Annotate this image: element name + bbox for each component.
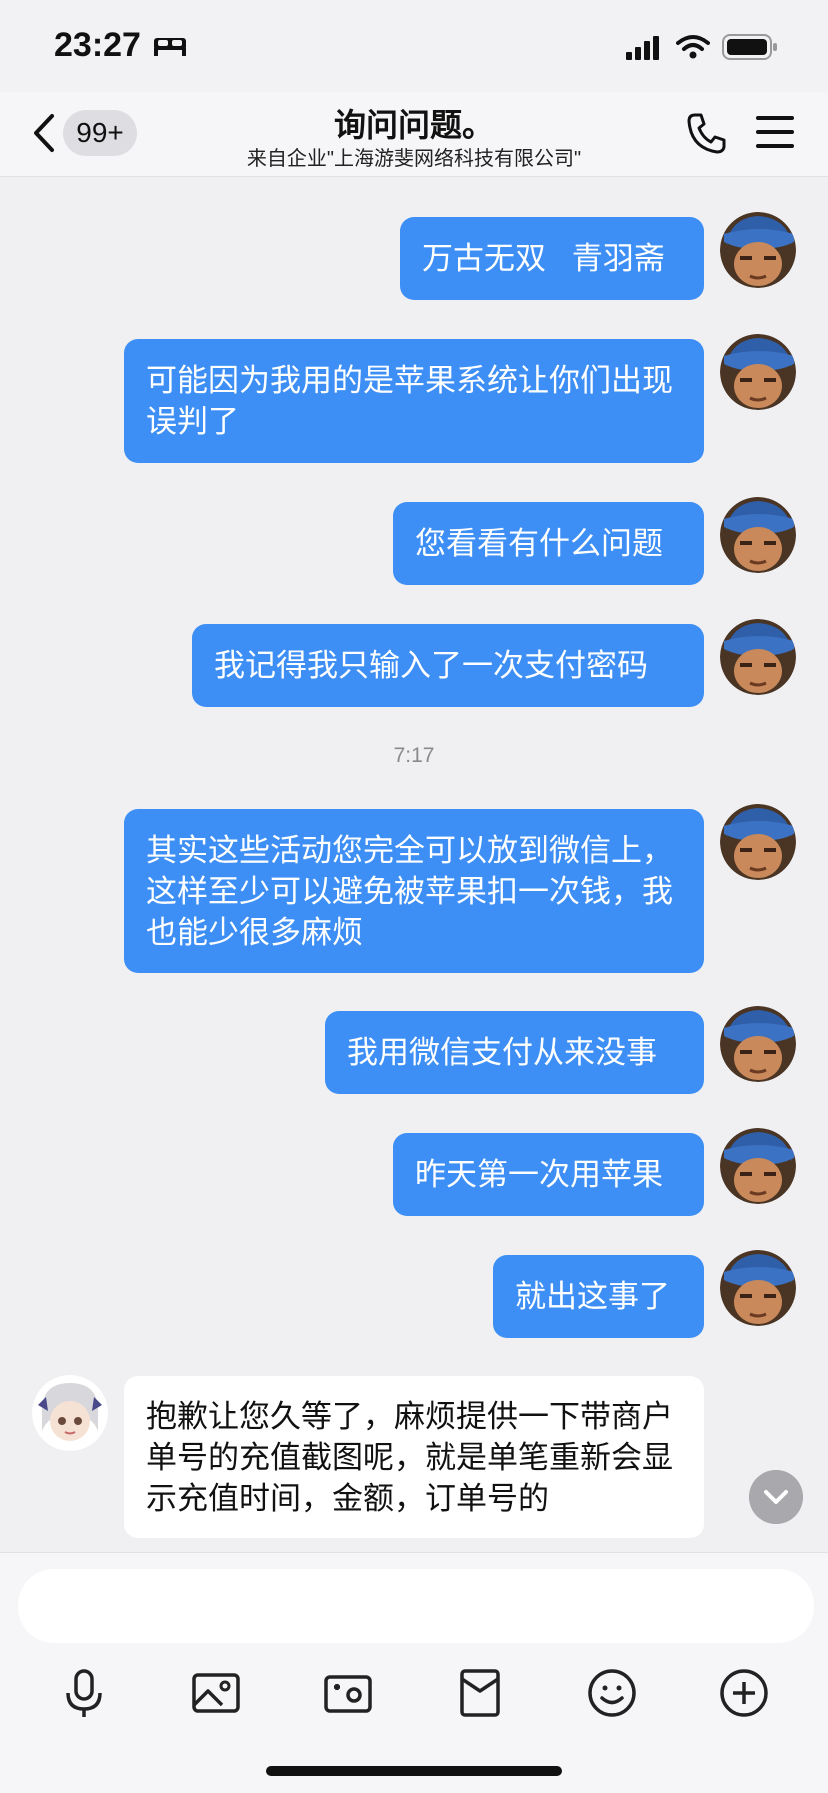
user-avatar[interactable]	[720, 804, 796, 880]
message-text: 您看看有什么问题	[415, 526, 663, 561]
user-avatar[interactable]	[720, 619, 796, 695]
status-bar: 23:27	[0, 0, 828, 92]
cellular-signal-icon	[626, 36, 659, 60]
user-avatar[interactable]	[720, 212, 796, 288]
message-text: 昨天第一次用苹果	[415, 1157, 663, 1192]
message-input[interactable]	[18, 1569, 814, 1643]
outgoing-message[interactable]: 其实这些活动您完全可以放到微信上，这样至少可以避免被苹果扣一次钱，我也能少很多麻…	[124, 809, 704, 973]
user-avatar[interactable]	[720, 334, 796, 410]
message-text: 就出这事了	[515, 1279, 670, 1314]
red-packet-icon[interactable]	[452, 1665, 508, 1721]
outgoing-message[interactable]: 昨天第一次用苹果	[393, 1133, 704, 1216]
image-icon[interactable]	[188, 1665, 244, 1721]
scroll-to-bottom-button[interactable]	[749, 1470, 803, 1524]
outgoing-message[interactable]: 您看看有什么问题	[393, 502, 704, 585]
outgoing-message[interactable]: 可能因为我用的是苹果系统让你们出现误判了	[124, 339, 704, 463]
chat-header: 99+ 询问问题。 来自企业"上海游斐网络科技有限公司"	[0, 92, 828, 177]
user-avatar[interactable]	[720, 497, 796, 573]
outgoing-message[interactable]: 我记得我只输入了一次支付密码	[192, 624, 704, 707]
message-list[interactable]: 万古无双 青羽斋 可能因为我用的是苹果系统让你们出现误判了 您看看有什么问题 我…	[0, 177, 828, 1552]
message-text: 我记得我只输入了一次支付密码	[214, 648, 648, 683]
message-text: 可能因为我用的是苹果系统让你们出现误判了	[146, 363, 673, 439]
user-avatar[interactable]	[720, 1128, 796, 1204]
outgoing-message[interactable]: 就出这事了	[493, 1255, 704, 1338]
home-indicator	[266, 1766, 562, 1776]
emoji-icon[interactable]	[584, 1665, 640, 1721]
sleep-focus-icon	[154, 38, 186, 56]
agent-avatar[interactable]	[32, 1375, 108, 1451]
outgoing-message[interactable]: 我用微信支付从来没事	[325, 1011, 704, 1094]
status-time: 23:27	[54, 26, 141, 64]
message-text: 其实这些活动您完全可以放到微信上，这样至少可以避免被苹果扣一次钱，我也能少很多麻…	[146, 832, 673, 950]
outgoing-message[interactable]: 万古无双 青羽斋	[400, 217, 704, 300]
microphone-icon[interactable]	[56, 1665, 112, 1721]
user-avatar[interactable]	[720, 1006, 796, 1082]
message-timestamp: 7:17	[393, 744, 435, 767]
wifi-icon	[676, 35, 710, 59]
menu-icon[interactable]	[756, 114, 794, 150]
message-text: 我用微信支付从来没事	[347, 1035, 657, 1070]
phone-call-icon[interactable]	[686, 112, 726, 154]
input-bar	[0, 1552, 828, 1793]
incoming-message[interactable]: 抱歉让您久等了，麻烦提供一下带商户单号的充值截图呢，就是单笔重新会显示充值时间，…	[124, 1376, 704, 1538]
battery-icon	[722, 34, 777, 60]
camera-icon[interactable]	[320, 1665, 376, 1721]
message-text: 抱歉让您久等了，麻烦提供一下带商户单号的充值截图呢，就是单笔重新会显示充值时间，…	[146, 1398, 673, 1516]
user-avatar[interactable]	[720, 1250, 796, 1326]
message-text: 万古无双 青羽斋	[422, 241, 665, 276]
plus-icon[interactable]	[716, 1665, 772, 1721]
